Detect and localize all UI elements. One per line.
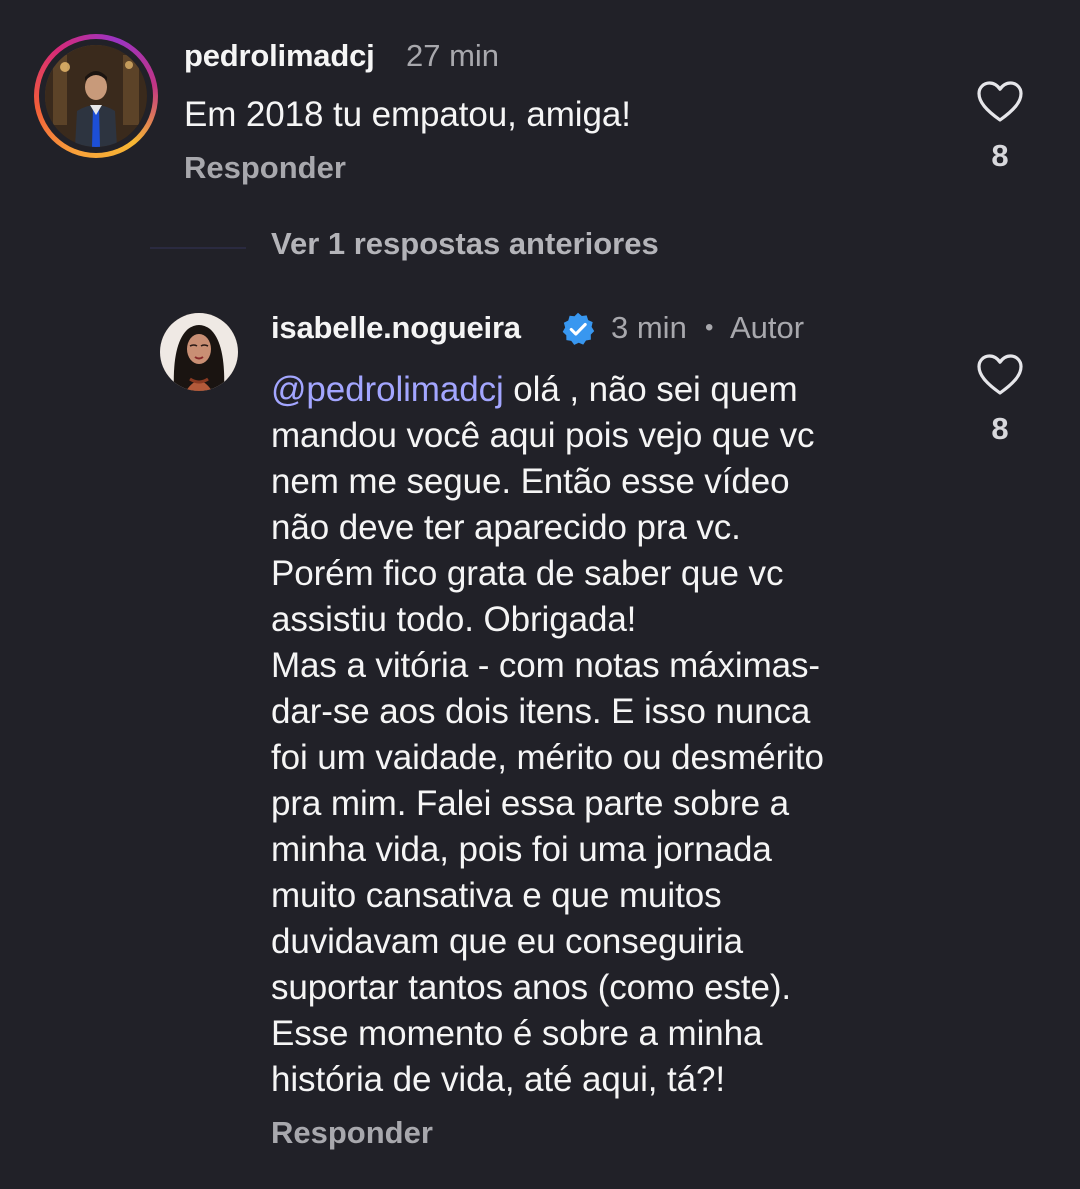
like-count: 8 [991, 411, 1009, 446]
like-control: 8 [970, 80, 1030, 174]
heart-outline-icon[interactable] [976, 353, 1024, 397]
reply-button[interactable]: Responder [271, 1115, 433, 1151]
reply-body: olá , não sei quem mandou você aqui pois… [271, 370, 824, 1099]
reply-button[interactable]: Responder [184, 150, 346, 186]
like-control: 8 [970, 353, 1030, 447]
reply-avatar[interactable] [160, 313, 238, 391]
verified-badge-icon [562, 312, 595, 345]
replies-divider-line [150, 247, 246, 249]
comment-timestamp: 27 min [406, 38, 500, 73]
story-ring-avatar[interactable] [34, 34, 158, 158]
comment-text: Em 2018 tu empatou, amiga! [184, 95, 631, 134]
meta-separator: • [705, 314, 714, 341]
man-in-suit-photo [45, 45, 147, 147]
heart-outline-icon[interactable] [976, 80, 1024, 124]
mention-link[interactable]: @pedrolimadcj [271, 370, 504, 409]
author-tag: Autor [730, 310, 805, 345]
comments-thread: pedrolimadcj 27 min Em 2018 tu empatou, … [0, 0, 1080, 1189]
like-count: 8 [991, 138, 1009, 173]
reply-username[interactable]: isabelle.nogueira [271, 310, 521, 346]
reply-text: @pedrolimadcj olá , não sei quem mandou … [271, 367, 824, 1103]
comment-username[interactable]: pedrolimadcj [184, 38, 375, 74]
view-previous-replies-button[interactable]: Ver 1 respostas anteriores [271, 226, 659, 262]
woman-photo [160, 313, 238, 391]
avatar [45, 45, 147, 147]
reply-timestamp: 3 min [611, 310, 687, 345]
